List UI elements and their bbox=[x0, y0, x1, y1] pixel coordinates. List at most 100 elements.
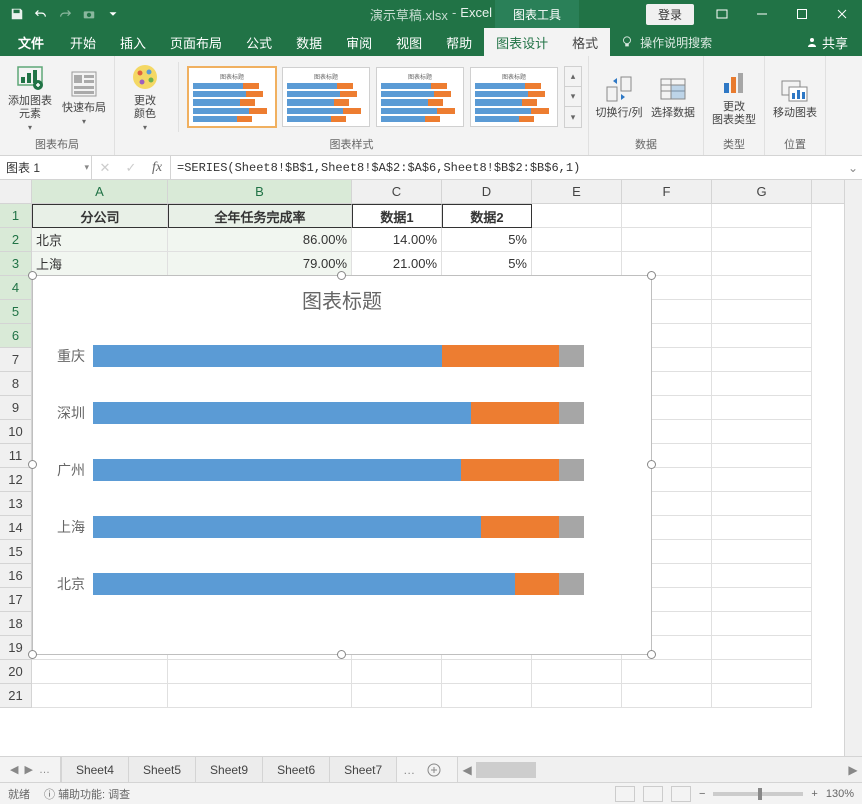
sheet-prev-icon[interactable]: ◀ bbox=[8, 763, 20, 776]
cell[interactable] bbox=[532, 660, 622, 684]
select-data-button[interactable]: 选择数据 bbox=[649, 73, 697, 120]
scroll-thumb[interactable] bbox=[476, 762, 536, 778]
row-header-8[interactable]: 8 bbox=[0, 372, 32, 396]
row-header-13[interactable]: 13 bbox=[0, 492, 32, 516]
chart-bar[interactable] bbox=[93, 345, 633, 367]
row-header-20[interactable]: 20 bbox=[0, 660, 32, 684]
sheet-tab[interactable]: Sheet6 bbox=[263, 757, 330, 782]
select-all-corner[interactable] bbox=[0, 180, 32, 204]
maximize-icon[interactable] bbox=[782, 0, 822, 28]
cell[interactable] bbox=[712, 612, 812, 636]
formula-input[interactable]: =SERIES(Sheet8!$B$1,Sheet8!$A$2:$A$6,She… bbox=[171, 156, 844, 179]
sheet-tab[interactable]: Sheet5 bbox=[129, 757, 196, 782]
row-header-18[interactable]: 18 bbox=[0, 612, 32, 636]
row-header-7[interactable]: 7 bbox=[0, 348, 32, 372]
undo-icon[interactable] bbox=[30, 3, 52, 25]
chart-bar[interactable] bbox=[93, 459, 633, 481]
row-header-1[interactable]: 1 bbox=[0, 204, 32, 228]
change-colors-button[interactable]: 更改 颜色 ▾ bbox=[121, 61, 169, 133]
col-header-B[interactable]: B bbox=[168, 180, 352, 203]
cell-D2[interactable]: 5% bbox=[442, 228, 532, 252]
gallery-up-icon[interactable]: ▴ bbox=[565, 67, 581, 87]
redo-icon[interactable] bbox=[54, 3, 76, 25]
chart-segment[interactable] bbox=[93, 516, 481, 538]
cell-A2[interactable]: 北京 bbox=[32, 228, 168, 252]
cell-B3[interactable]: 79.00% bbox=[168, 252, 352, 276]
new-sheet-button[interactable] bbox=[421, 757, 447, 782]
cell[interactable] bbox=[32, 684, 168, 708]
cell-G1[interactable] bbox=[712, 204, 812, 228]
formula-expand-icon[interactable]: ⌄ bbox=[844, 156, 862, 179]
view-normal-icon[interactable] bbox=[615, 786, 635, 802]
add-chart-element-button[interactable]: 添加图表 元素 ▾ bbox=[6, 61, 54, 133]
cell[interactable] bbox=[532, 252, 622, 276]
resize-handle[interactable] bbox=[647, 460, 656, 469]
tab-data[interactable]: 数据 bbox=[284, 28, 334, 56]
sheet-tab[interactable]: Sheet9 bbox=[196, 757, 263, 782]
chart-bar[interactable] bbox=[93, 516, 633, 538]
chevron-down-icon[interactable]: ▾ bbox=[84, 162, 89, 173]
chart-bar-row[interactable]: 重庆 bbox=[51, 327, 633, 384]
chart-style-3[interactable]: 图表标题 bbox=[376, 67, 464, 127]
cell-F1[interactable] bbox=[622, 204, 712, 228]
cell-C2[interactable]: 14.00% bbox=[352, 228, 442, 252]
cell[interactable] bbox=[712, 420, 812, 444]
zoom-in-icon[interactable]: + bbox=[811, 788, 817, 800]
save-icon[interactable] bbox=[6, 3, 28, 25]
sheet-more-right[interactable]: … bbox=[397, 757, 421, 782]
cell-B2[interactable]: 86.00% bbox=[168, 228, 352, 252]
resize-handle[interactable] bbox=[28, 271, 37, 280]
cell[interactable] bbox=[712, 372, 812, 396]
cell-E1[interactable] bbox=[532, 204, 622, 228]
cell[interactable] bbox=[622, 252, 712, 276]
switch-row-col-button[interactable]: 切换行/列 bbox=[595, 73, 643, 120]
row-header-14[interactable]: 14 bbox=[0, 516, 32, 540]
cell[interactable] bbox=[622, 684, 712, 708]
cell[interactable] bbox=[712, 276, 812, 300]
vertical-scrollbar[interactable] bbox=[844, 180, 862, 756]
chart-style-4[interactable]: 图表标题 bbox=[470, 67, 558, 127]
chart-bar[interactable] bbox=[93, 573, 633, 595]
tab-home[interactable]: 开始 bbox=[58, 28, 108, 56]
status-accessibility[interactable]: ⓘ 辅助功能: 调查 bbox=[44, 786, 130, 802]
resize-handle[interactable] bbox=[647, 271, 656, 280]
cell[interactable] bbox=[532, 228, 622, 252]
chart-segment[interactable] bbox=[442, 345, 560, 367]
qat-customize-icon[interactable] bbox=[102, 3, 124, 25]
chart-bar-row[interactable]: 深圳 bbox=[51, 384, 633, 441]
row-header-15[interactable]: 15 bbox=[0, 540, 32, 564]
row-header-12[interactable]: 12 bbox=[0, 468, 32, 492]
chart-segment[interactable] bbox=[559, 459, 584, 481]
chart-style-2[interactable]: 图表标题 bbox=[282, 67, 370, 127]
tab-file[interactable]: 文件 bbox=[4, 28, 58, 56]
cell-C1[interactable]: 数据1 bbox=[352, 204, 442, 228]
tab-help[interactable]: 帮助 bbox=[434, 28, 484, 56]
row-header-19[interactable]: 19 bbox=[0, 636, 32, 660]
cell-A3[interactable]: 上海 bbox=[32, 252, 168, 276]
cell[interactable] bbox=[712, 660, 812, 684]
resize-handle[interactable] bbox=[337, 271, 346, 280]
cell[interactable] bbox=[442, 684, 532, 708]
view-page-layout-icon[interactable] bbox=[643, 786, 663, 802]
tab-insert[interactable]: 插入 bbox=[108, 28, 158, 56]
scroll-right-icon[interactable]: ▶ bbox=[844, 763, 862, 777]
chart-segment[interactable] bbox=[481, 516, 560, 538]
share-button[interactable]: 共享 bbox=[792, 28, 862, 56]
chart-segment[interactable] bbox=[559, 573, 584, 595]
scroll-left-icon[interactable]: ◀ bbox=[458, 763, 476, 777]
col-header-A[interactable]: A bbox=[32, 180, 168, 203]
chart-segment[interactable] bbox=[559, 516, 584, 538]
chart-plot-area[interactable]: 重庆深圳广州上海北京 bbox=[33, 327, 651, 630]
cell[interactable] bbox=[712, 396, 812, 420]
cell[interactable] bbox=[712, 348, 812, 372]
cell[interactable] bbox=[712, 516, 812, 540]
cell[interactable] bbox=[712, 540, 812, 564]
cell[interactable] bbox=[712, 300, 812, 324]
row-header-4[interactable]: 4 bbox=[0, 276, 32, 300]
gallery-more-icon[interactable]: ▾ bbox=[565, 107, 581, 127]
resize-handle[interactable] bbox=[28, 650, 37, 659]
resize-handle[interactable] bbox=[28, 460, 37, 469]
chart-segment[interactable] bbox=[461, 459, 559, 481]
tab-format[interactable]: 格式 bbox=[560, 28, 610, 56]
cell[interactable] bbox=[32, 660, 168, 684]
